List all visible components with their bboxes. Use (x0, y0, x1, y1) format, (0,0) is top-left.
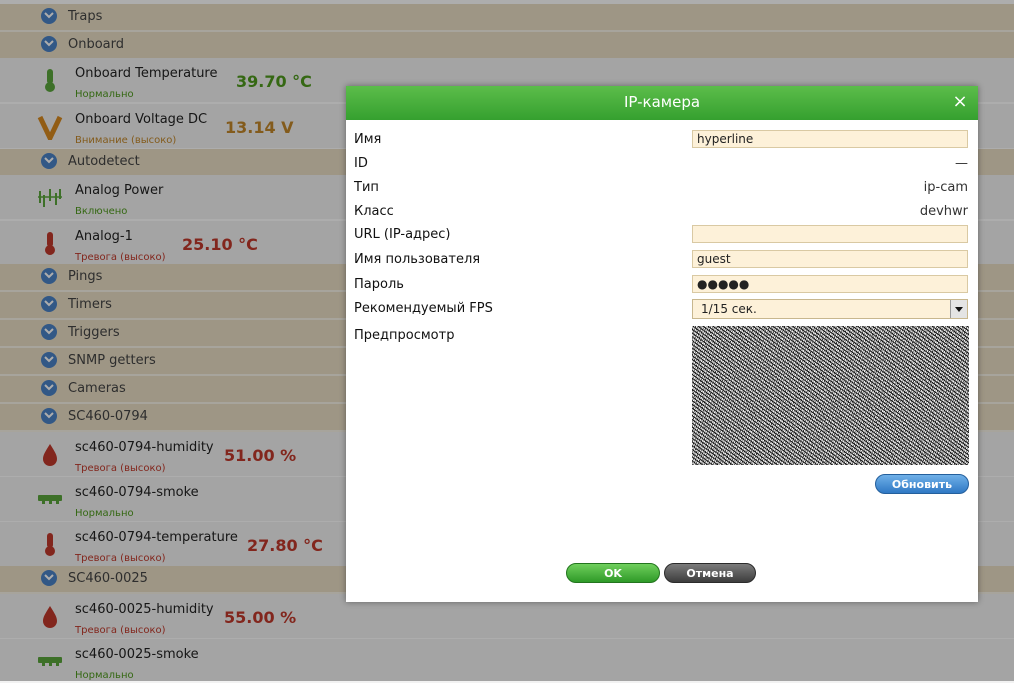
field-row-type: Тип ip-cam (354, 177, 970, 199)
field-label: Предпросмотр (354, 328, 455, 343)
field-label: Имя пользователя (354, 252, 481, 267)
username-input[interactable] (692, 250, 968, 268)
field-label: Имя (354, 132, 382, 147)
field-row-name: Имя (354, 129, 970, 151)
type-value: ip-cam (923, 180, 968, 195)
field-row-class: Класс devhwr (354, 201, 970, 223)
password-input[interactable] (692, 275, 968, 293)
field-label: ID (354, 156, 368, 171)
ip-camera-dialog: IP-камера × Имя ID — Тип ip-cam Класс de… (346, 86, 978, 602)
field-label: Рекомендуемый FPS (354, 301, 493, 316)
field-row-id: ID — (354, 153, 970, 175)
field-row-url: URL (IP-адрес) (354, 224, 970, 246)
fps-selected-value: 1/15 сек. (701, 302, 757, 316)
field-row-password: Пароль (354, 274, 970, 296)
field-row-username: Имя пользователя (354, 249, 970, 271)
name-input[interactable] (692, 130, 968, 148)
id-value: — (955, 156, 968, 171)
field-label: URL (IP-адрес) (354, 227, 451, 242)
camera-preview-image (692, 326, 969, 465)
dialog-title: IP-камера (623, 93, 701, 111)
field-label: Тип (354, 180, 379, 195)
close-icon[interactable]: × (952, 92, 968, 112)
class-value: devhwr (919, 204, 968, 219)
url-input[interactable] (692, 225, 968, 243)
field-row-fps: Рекомендуемый FPS 1/15 сек. (354, 298, 970, 320)
refresh-button[interactable]: Обновить (875, 474, 969, 494)
field-label: Пароль (354, 277, 404, 292)
ok-button[interactable]: OK (566, 563, 660, 583)
cancel-button[interactable]: Отмена (664, 563, 756, 583)
dropdown-arrow-icon[interactable] (950, 300, 967, 318)
fps-select[interactable]: 1/15 сек. (692, 299, 968, 319)
field-label: Класс (354, 204, 394, 219)
dialog-header: IP-камера × (346, 86, 978, 120)
